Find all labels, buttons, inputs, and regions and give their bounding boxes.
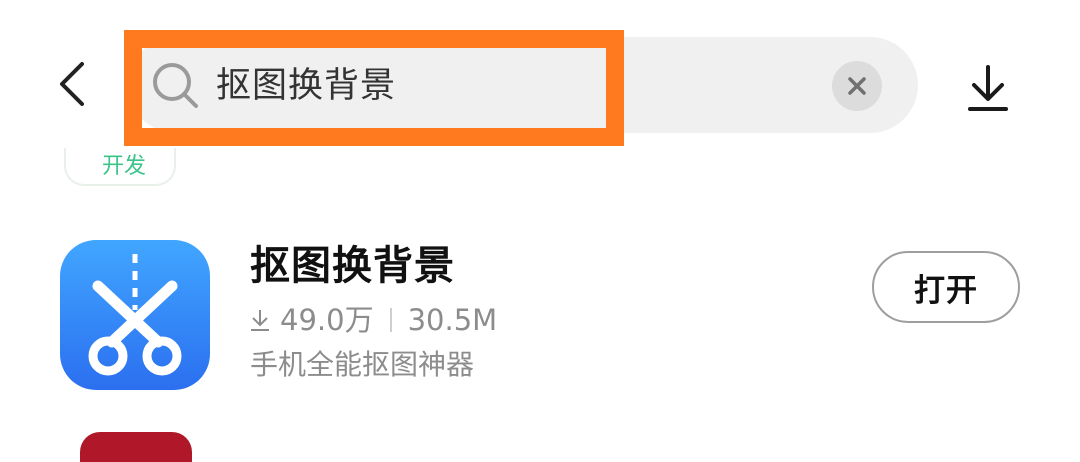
app-name[interactable]: 抠图换背景 (250, 238, 455, 294)
download-count: 49.0万 (280, 303, 374, 337)
download-icon (968, 65, 1008, 111)
search-highlight-box (124, 30, 624, 146)
app-icon[interactable] (60, 240, 210, 390)
chevron-left-icon (60, 62, 84, 106)
download-manager-button[interactable] (958, 58, 1018, 118)
scissors-icon (88, 254, 182, 376)
close-icon (848, 77, 866, 95)
meta-divider (389, 308, 392, 332)
app-description: 手机全能抠图神器 (250, 348, 475, 381)
partial-list-item[interactable]: 开发 (64, 148, 176, 186)
app-size: 30.5M (407, 303, 498, 337)
clear-search-button[interactable] (832, 61, 882, 111)
app-meta: 49.0万 30.5M (248, 300, 497, 340)
partial-item-label: 开发 (102, 154, 147, 179)
open-button[interactable]: 打开 (872, 251, 1020, 323)
next-app-icon-peek[interactable] (80, 432, 192, 462)
back-button[interactable] (40, 52, 104, 116)
download-count-icon (251, 310, 269, 331)
